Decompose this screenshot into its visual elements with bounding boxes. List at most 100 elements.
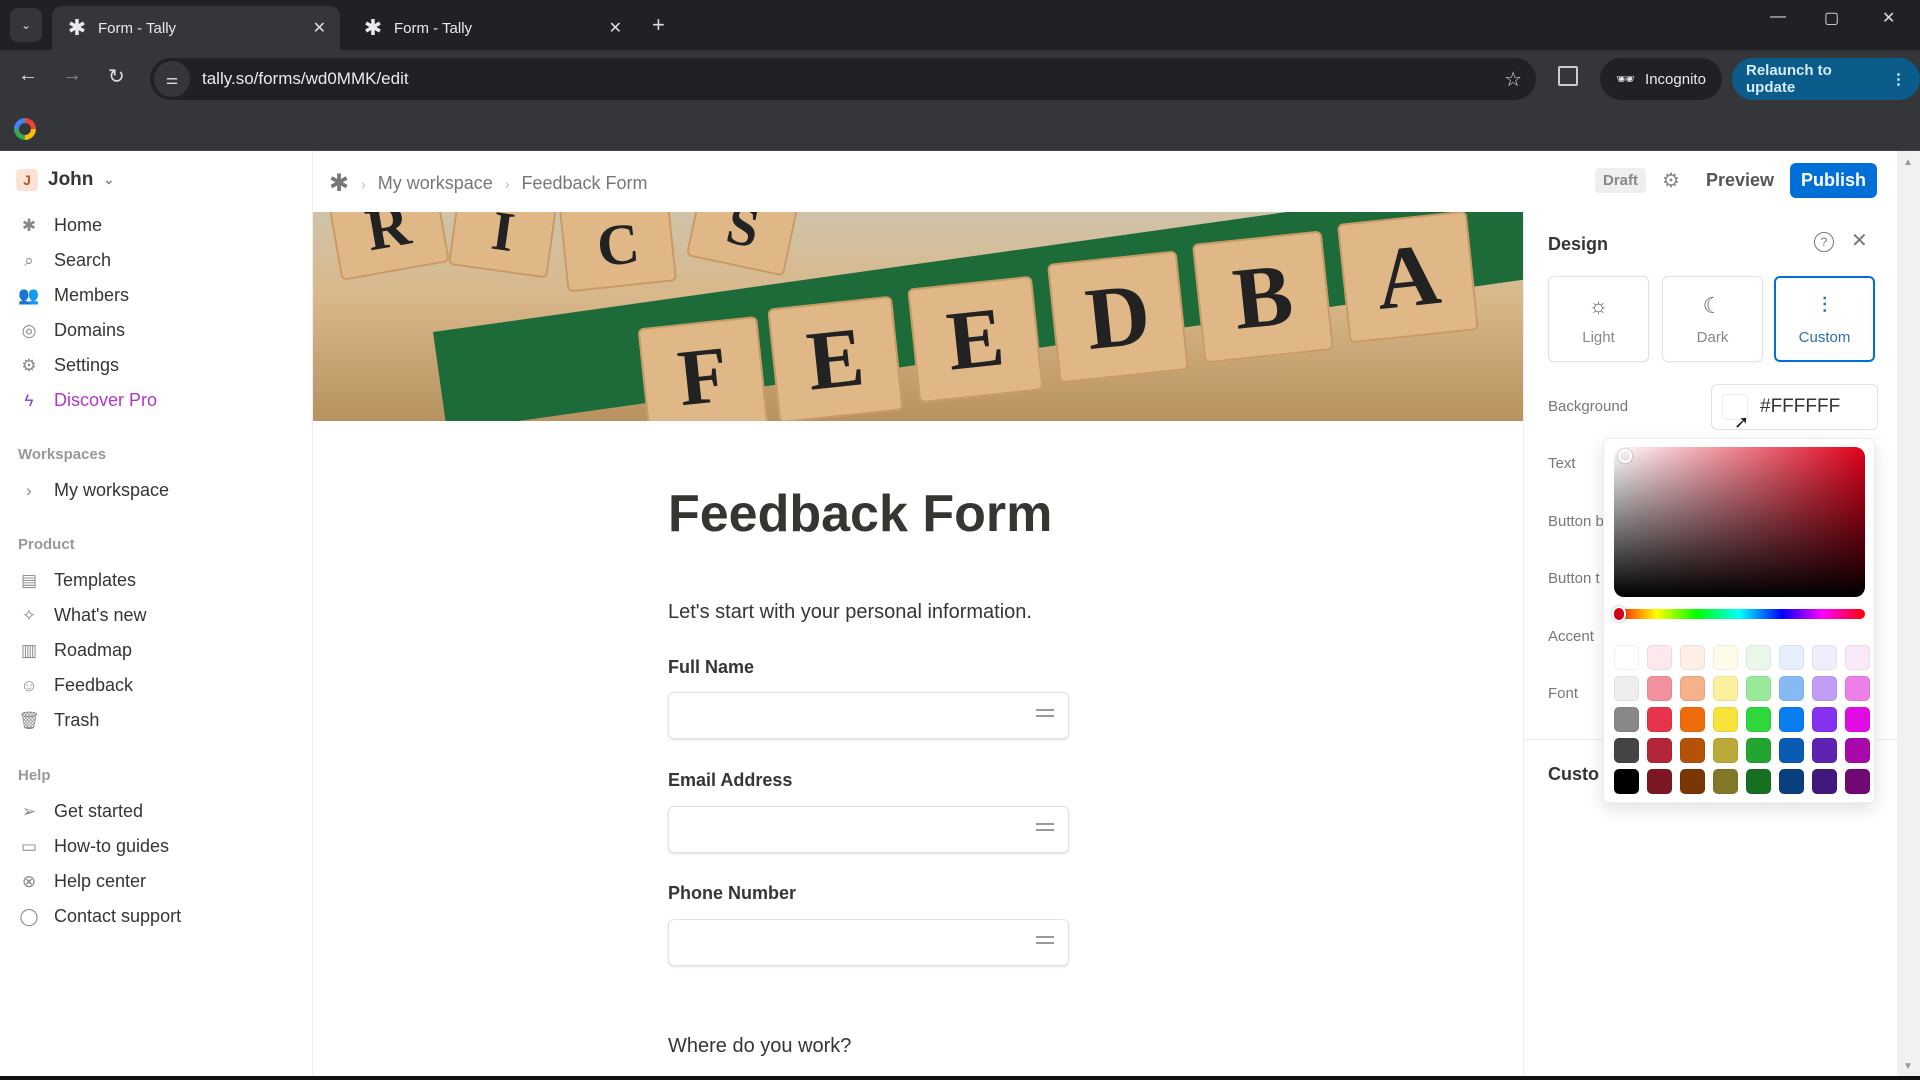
tally-home-icon[interactable]: ✱ [329, 169, 349, 198]
saturation-value-area[interactable] [1614, 447, 1865, 597]
sidebar-item-roadmap[interactable]: ▥ Roadmap [18, 633, 146, 668]
color-swatch[interactable] [1680, 707, 1705, 732]
reload-icon[interactable]: ↻ [108, 64, 125, 89]
publish-button[interactable]: Publish [1790, 163, 1878, 198]
sidebar-item-my-workspace[interactable]: › My workspace [18, 473, 169, 508]
close-tab-icon[interactable]: ✕ [313, 18, 326, 38]
email-input[interactable] [668, 806, 1069, 853]
form-title[interactable]: Feedback Form [668, 484, 1052, 544]
sidebar-item-members[interactable]: 👥 Members [18, 278, 157, 313]
field-label-phone[interactable]: Phone Number [668, 883, 796, 904]
sidebar-item-discover-pro[interactable]: ϟ Discover Pro [18, 383, 158, 418]
color-swatch[interactable] [1680, 769, 1705, 794]
color-swatch[interactable] [1614, 738, 1639, 763]
theme-dark-option[interactable]: ☾ Dark [1662, 276, 1763, 362]
color-swatch[interactable] [1614, 676, 1639, 701]
relaunch-to-update-button[interactable]: Relaunch to update ⋮ [1732, 58, 1920, 100]
theme-custom-option[interactable]: ⫶ Custom [1774, 276, 1875, 362]
browser-tab-active[interactable]: ✱ Form - Tally ✕ [52, 6, 340, 50]
sidebar-item-help-center[interactable]: ⊗ Help center [18, 864, 181, 899]
drag-handle-icon[interactable] [1036, 936, 1054, 944]
breadcrumb-form[interactable]: Feedback Form [521, 173, 647, 194]
color-swatch[interactable] [1680, 645, 1705, 670]
site-info-icon[interactable]: ⚌ [154, 61, 190, 97]
sidebar-item-how-to-guides[interactable]: ▭ How-to guides [18, 829, 181, 864]
color-swatch[interactable] [1647, 645, 1672, 670]
background-hex-value[interactable]: #FFFFFF [1760, 396, 1840, 418]
google-icon[interactable] [14, 118, 36, 140]
color-swatch[interactable] [1812, 707, 1837, 732]
chevron-right-icon[interactable]: › [18, 481, 40, 501]
color-swatch[interactable] [1845, 676, 1870, 701]
drag-handle-icon[interactable] [1036, 823, 1054, 831]
color-swatch[interactable] [1713, 738, 1738, 763]
sidebar-item-domains[interactable]: ◎ Domains [18, 313, 157, 348]
bookmark-star-icon[interactable]: ☆ [1504, 67, 1522, 92]
minimize-icon[interactable]: — [1770, 8, 1786, 26]
phone-input[interactable] [668, 919, 1069, 966]
back-icon[interactable]: ← [18, 64, 38, 87]
color-swatch[interactable] [1779, 769, 1804, 794]
color-swatch[interactable] [1713, 676, 1738, 701]
color-swatch[interactable] [1713, 769, 1738, 794]
color-swatch[interactable] [1614, 645, 1639, 670]
close-tab-icon[interactable]: ✕ [609, 18, 622, 38]
url-text[interactable]: tally.so/forms/wd0MMK/edit [202, 69, 1504, 89]
color-swatch[interactable] [1779, 707, 1804, 732]
color-swatch[interactable] [1812, 676, 1837, 701]
sidebar-item-templates[interactable]: ▤ Templates [18, 563, 146, 598]
forward-icon[interactable]: → [62, 64, 82, 87]
color-swatch[interactable] [1845, 645, 1870, 670]
cover-image[interactable]: R I C S F E E D B A [313, 212, 1523, 421]
window-close-icon[interactable]: ✕ [1882, 8, 1895, 28]
page-scrollbar[interactable]: ▲ ▼ [1897, 151, 1920, 1080]
user-menu[interactable]: J John ⌄ [16, 169, 114, 191]
color-swatch[interactable] [1812, 738, 1837, 763]
more-menu-icon[interactable]: ⋮ [1891, 70, 1906, 88]
color-swatch[interactable] [1779, 676, 1804, 701]
color-swatch[interactable] [1647, 707, 1672, 732]
form-description[interactable]: Let's start with your personal informati… [668, 601, 1032, 624]
sidebar-item-search[interactable]: ⌕ Search [18, 243, 157, 278]
sidebar-item-home[interactable]: ✱ Home [18, 208, 157, 243]
drag-handle-icon[interactable] [1036, 709, 1054, 717]
sidebar-item-trash[interactable]: 🗑 Trash [18, 703, 146, 738]
new-tab-icon[interactable]: + [652, 12, 665, 38]
color-swatch[interactable] [1845, 738, 1870, 763]
hue-slider[interactable] [1612, 606, 1865, 622]
preview-button[interactable]: Preview [1706, 170, 1774, 191]
color-swatch[interactable] [1845, 769, 1870, 794]
color-swatch[interactable] [1680, 676, 1705, 701]
hue-handle[interactable] [1612, 606, 1626, 622]
color-swatch[interactable] [1713, 645, 1738, 670]
scroll-down-icon[interactable]: ▼ [1903, 1061, 1913, 1072]
question-text[interactable]: Where do you work? [668, 1035, 851, 1058]
address-bar[interactable]: ⚌ tally.so/forms/wd0MMK/edit ☆ [150, 58, 1536, 100]
color-swatch[interactable] [1614, 769, 1639, 794]
sidebar-item-whats-new[interactable]: ✧ What's new [18, 598, 147, 633]
breadcrumb-workspace[interactable]: My workspace [378, 173, 493, 194]
color-swatch[interactable] [1779, 738, 1804, 763]
scroll-up-icon[interactable]: ▲ [1903, 157, 1913, 168]
close-icon[interactable]: ✕ [1851, 228, 1868, 253]
field-label-full-name[interactable]: Full Name [668, 657, 754, 678]
color-swatch[interactable] [1812, 645, 1837, 670]
color-swatch[interactable] [1779, 645, 1804, 670]
settings-gear-icon[interactable]: ⚙ [1662, 168, 1680, 193]
color-swatch[interactable] [1647, 676, 1672, 701]
incognito-badge[interactable]: 🕶 Incognito [1600, 58, 1722, 100]
saturation-handle[interactable] [1618, 449, 1632, 463]
color-swatch[interactable] [1812, 769, 1837, 794]
color-swatch[interactable] [1746, 769, 1771, 794]
color-swatch[interactable] [1746, 645, 1771, 670]
color-swatch[interactable] [1713, 707, 1738, 732]
theme-light-option[interactable]: ☼ Light [1548, 276, 1649, 362]
color-swatch[interactable] [1845, 707, 1870, 732]
sidebar-item-get-started[interactable]: ➢ Get started [18, 794, 181, 829]
color-swatch[interactable] [1614, 707, 1639, 732]
color-swatch[interactable] [1647, 769, 1672, 794]
sidebar-item-contact-support[interactable]: ◯ Contact support [18, 899, 181, 934]
help-icon[interactable]: ? [1814, 232, 1834, 252]
color-swatch[interactable] [1746, 707, 1771, 732]
side-panel-icon[interactable] [1558, 66, 1578, 86]
